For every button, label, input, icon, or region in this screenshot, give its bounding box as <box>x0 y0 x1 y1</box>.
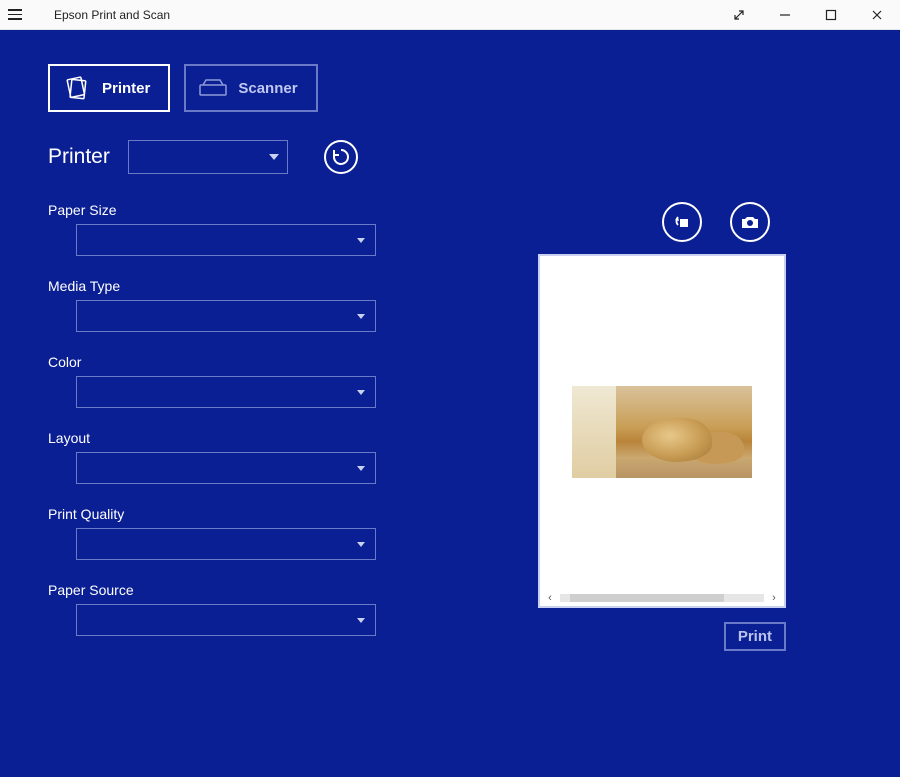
media-type-label: Media Type <box>48 278 378 294</box>
rotate-button[interactable] <box>662 202 702 242</box>
minimize-button[interactable] <box>762 0 808 29</box>
paper-source-label: Paper Source <box>48 582 378 598</box>
chevron-down-icon <box>357 314 365 319</box>
print-button-label: Print <box>738 628 772 645</box>
print-quality-dropdown[interactable] <box>76 528 376 560</box>
rotate-icon <box>671 211 693 233</box>
print-settings: Paper Size Media Type Color <box>48 202 378 658</box>
paper-size-label: Paper Size <box>48 202 378 218</box>
chevron-down-icon <box>269 154 279 160</box>
printer-dropdown[interactable] <box>128 140 288 174</box>
color-label: Color <box>48 354 378 370</box>
maximize-button[interactable] <box>808 0 854 29</box>
chevron-down-icon <box>357 542 365 547</box>
app-body: Printer Scanner Printer <box>0 30 900 777</box>
printer-icon <box>62 73 92 103</box>
chevron-down-icon <box>357 390 365 395</box>
tab-printer-label: Printer <box>102 80 150 97</box>
tab-printer[interactable]: Printer <box>48 64 170 112</box>
window-controls <box>716 0 900 29</box>
field-color: Color <box>48 354 378 408</box>
refresh-icon <box>331 147 351 167</box>
enter-fullscreen-button[interactable] <box>716 0 762 29</box>
chevron-down-icon <box>357 618 365 623</box>
field-print-quality: Print Quality <box>48 506 378 560</box>
chevron-down-icon <box>357 466 365 471</box>
chevron-down-icon <box>357 238 365 243</box>
page-preview: ‹ › <box>538 254 786 608</box>
paper-source-dropdown[interactable] <box>76 604 376 636</box>
preview-scrollbar[interactable]: ‹ › <box>544 592 780 604</box>
preview-actions <box>438 202 860 242</box>
scroll-right-icon[interactable]: › <box>768 592 780 604</box>
close-button[interactable] <box>854 0 900 29</box>
field-paper-size: Paper Size <box>48 202 378 256</box>
paper-size-dropdown[interactable] <box>76 224 376 256</box>
print-quality-label: Print Quality <box>48 506 378 522</box>
refresh-button[interactable] <box>324 140 358 174</box>
printer-label: Printer <box>48 145 110 169</box>
field-paper-source: Paper Source <box>48 582 378 636</box>
scanner-icon <box>198 73 228 103</box>
hamburger-icon[interactable] <box>8 6 26 24</box>
color-dropdown[interactable] <box>76 376 376 408</box>
mode-tabs: Printer Scanner <box>48 64 860 112</box>
titlebar: Epson Print and Scan <box>0 0 900 30</box>
layout-dropdown[interactable] <box>76 452 376 484</box>
scroll-thumb[interactable] <box>570 594 724 602</box>
tab-scanner[interactable]: Scanner <box>184 64 317 112</box>
printer-select-row: Printer <box>48 140 860 174</box>
media-type-dropdown[interactable] <box>76 300 376 332</box>
field-media-type: Media Type <box>48 278 378 332</box>
field-layout: Layout <box>48 430 378 484</box>
scroll-left-icon[interactable]: ‹ <box>544 592 556 604</box>
print-button[interactable]: Print <box>724 622 786 651</box>
window-title: Epson Print and Scan <box>54 8 170 22</box>
tab-scanner-label: Scanner <box>238 80 297 97</box>
preview-area: ‹ › Print <box>438 202 860 658</box>
preview-image <box>572 386 752 478</box>
camera-icon <box>739 211 761 233</box>
layout-label: Layout <box>48 430 378 446</box>
scroll-track[interactable] <box>560 594 764 602</box>
camera-button[interactable] <box>730 202 770 242</box>
